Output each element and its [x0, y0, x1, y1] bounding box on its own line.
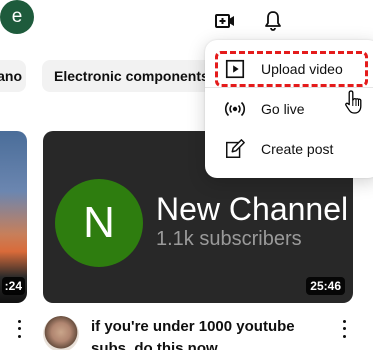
create-button[interactable]	[210, 6, 240, 36]
account-avatar[interactable]: e	[0, 0, 34, 34]
menu-item-label: Create post	[261, 141, 334, 157]
bell-icon	[265, 11, 281, 31]
kebab-dot	[17, 320, 21, 324]
duration-badge: 25:46	[306, 277, 345, 295]
thumbnail-channel-avatar: N	[55, 179, 143, 267]
menu-item-label: Go live	[261, 101, 305, 117]
thumbnail-subscriber-count: 1.1k subscribers	[156, 228, 302, 250]
duration-badge: :24	[1, 277, 25, 295]
kebab-dot	[17, 334, 21, 338]
thumbnail-channel-name: New Channel	[156, 191, 349, 227]
menu-item-create-post[interactable]: Create post	[205, 129, 373, 169]
menu-divider	[205, 87, 373, 88]
highlight-annotation	[215, 51, 368, 87]
kebab-dot	[342, 334, 346, 338]
video-thumbnail[interactable]: :24	[0, 131, 27, 303]
kebab-dot	[342, 327, 346, 331]
hand-pointer-icon	[345, 90, 362, 114]
video-more-options-button[interactable]	[12, 318, 26, 340]
uploader-avatar[interactable]	[43, 316, 79, 350]
notifications-button[interactable]	[258, 6, 288, 36]
video-title[interactable]: if you're under 1000 youtube subs, do th…	[91, 316, 331, 350]
kebab-dot	[17, 327, 21, 331]
chip-filter[interactable]: ano	[0, 60, 26, 92]
video-more-options-button[interactable]	[337, 318, 351, 340]
live-broadcast-icon	[223, 97, 247, 121]
kebab-dot	[342, 320, 346, 324]
chip-electronic-components[interactable]: Electronic components	[42, 60, 212, 92]
edit-post-icon	[223, 137, 247, 161]
video-plus-icon	[215, 14, 234, 28]
top-bar: e	[0, 0, 373, 44]
